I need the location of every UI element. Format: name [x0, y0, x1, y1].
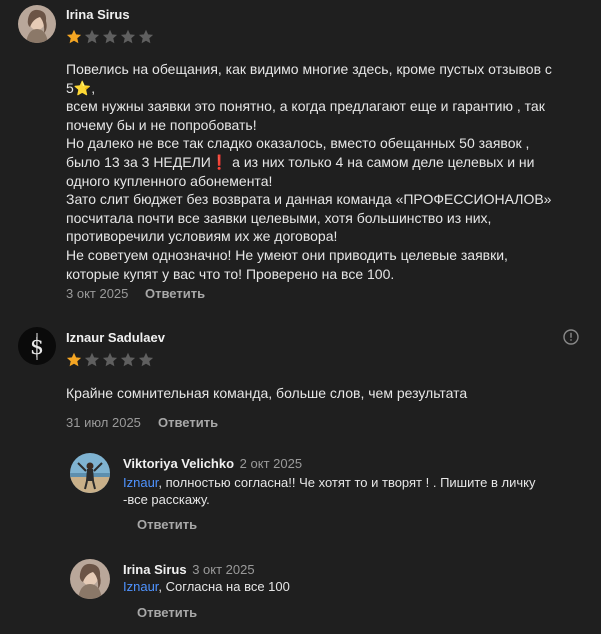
review-date: 31 июл 2025	[66, 415, 141, 430]
reply-button[interactable]: Ответить	[137, 605, 197, 620]
review-text-line: Зато слит бюджет без возврата и данная к…	[66, 191, 552, 208]
review-text: Повелись на обещания, как видимо многие …	[66, 60, 586, 283]
review-text-line: Но далеко не все так сладко оказалось, в…	[66, 135, 530, 152]
star-filled-icon	[66, 352, 82, 367]
review-text-line: почему бы и не попробовать!	[66, 116, 257, 133]
star-empty-icon	[138, 352, 154, 367]
review-text-line: всем нужны заявки это понятно, а когда п…	[66, 98, 545, 115]
mention-link[interactable]: Iznaur	[123, 579, 158, 594]
star-filled-icon	[66, 29, 82, 44]
avatar-photo	[18, 5, 56, 43]
reply-button[interactable]: Ответить	[145, 286, 205, 301]
review-text-line: посчитала почти все заявки целевыми, хот…	[66, 209, 492, 226]
avatar-photo	[70, 453, 110, 493]
review-text-line: Не советуем однозначно! Не умеют они при…	[66, 246, 508, 263]
reply-date: 3 окт 2025	[192, 562, 255, 577]
star-empty-icon	[84, 29, 100, 44]
reply-text: Iznaur, Согласна на все 100	[123, 579, 290, 594]
review-date: 3 окт 2025	[66, 286, 129, 301]
star-empty-icon	[84, 352, 100, 367]
review-text-line: противоречили условиям их же договора!	[66, 228, 338, 245]
info-icon[interactable]	[563, 329, 579, 345]
avatar[interactable]	[70, 453, 110, 493]
avatar[interactable]	[70, 559, 110, 599]
rating-stars	[66, 352, 154, 368]
reply-date: 2 окт 2025	[239, 456, 303, 471]
reply-button[interactable]: Ответить	[137, 517, 197, 532]
star-empty-icon	[102, 29, 118, 44]
rating-stars	[66, 29, 154, 45]
review-text-line: одного купленного абонемента!	[66, 172, 273, 189]
mention-link[interactable]: Iznaur	[123, 475, 158, 490]
review-text-line: 5⭐,	[66, 79, 96, 96]
review-text-line: Повелись на обещания, как видимо многие …	[66, 61, 552, 77]
review-text: Крайне сомнительная команда, больше слов…	[66, 385, 468, 401]
avatar-logo: $	[18, 327, 56, 365]
reply-text: Iznaur, полностью согласна!! Че хотят то…	[123, 475, 536, 507]
star-empty-icon	[138, 29, 154, 44]
review-text-line: было 13 за 3 НЕДЕЛИ❗ а из них только 4 н…	[66, 153, 535, 170]
author-name[interactable]: Iznaur Sadulaev	[66, 330, 165, 345]
avatar[interactable]: $	[18, 327, 56, 365]
star-empty-icon	[120, 29, 136, 44]
author-name[interactable]: Irina Sirus	[66, 7, 130, 22]
review-text-line: которые купят у вас что то! Проверено на…	[66, 265, 395, 282]
author-name[interactable]: Irina Sirus	[123, 562, 187, 577]
star-empty-icon	[102, 352, 118, 367]
reply-button[interactable]: Ответить	[158, 415, 218, 430]
avatar[interactable]	[18, 5, 56, 43]
avatar-photo	[70, 559, 110, 599]
author-name[interactable]: Viktoriya Velichko	[123, 456, 234, 471]
star-empty-icon	[120, 352, 136, 367]
